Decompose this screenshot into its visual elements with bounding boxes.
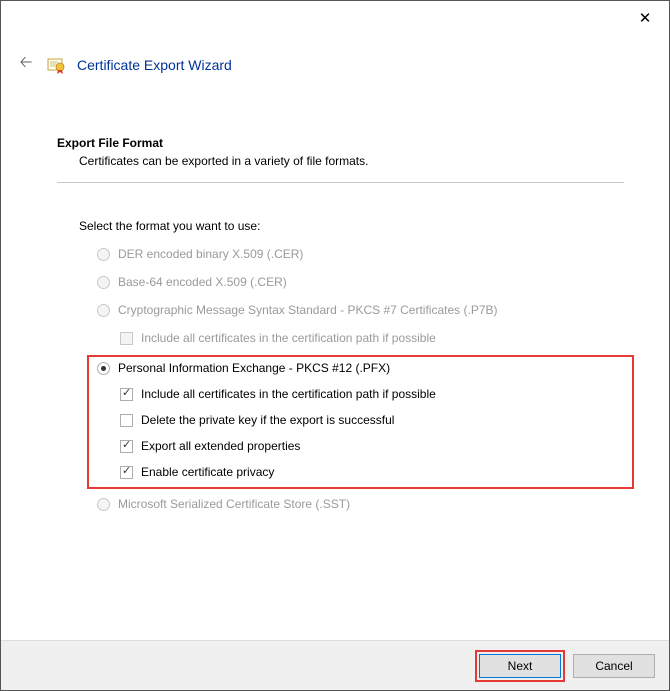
format-options: DER encoded binary X.509 (.CER) Base-64 … xyxy=(57,247,624,511)
wizard-footer: Next Cancel xyxy=(1,640,669,690)
radio-icon xyxy=(97,276,110,289)
cancel-button[interactable]: Cancel xyxy=(573,654,655,678)
checkbox-icon xyxy=(120,414,133,427)
option-der: DER encoded binary X.509 (.CER) xyxy=(97,247,624,261)
option-p7b: Cryptographic Message Syntax Standard - … xyxy=(97,303,624,317)
option-pfx-delete[interactable]: Delete the private key if the export is … xyxy=(97,413,624,427)
option-base64: Base-64 encoded X.509 (.CER) xyxy=(97,275,624,289)
option-pfx-delete-label: Delete the private key if the export is … xyxy=(141,413,394,427)
option-pfx-extended[interactable]: Export all extended properties xyxy=(97,439,624,453)
option-pfx-privacy-label: Enable certificate privacy xyxy=(141,465,274,479)
option-sst: Microsoft Serialized Certificate Store (… xyxy=(97,497,624,511)
wizard-header: 🡠 Certificate Export Wizard xyxy=(1,33,669,86)
page-heading: Export File Format xyxy=(57,136,624,150)
wizard-window: ✕ 🡠 Certificate Export Wizard Export Fil… xyxy=(0,0,670,691)
option-pfx[interactable]: Personal Information Exchange - PKCS #12… xyxy=(97,361,624,375)
option-p7b-label: Cryptographic Message Syntax Standard - … xyxy=(118,303,498,317)
option-pfx-include[interactable]: Include all certificates in the certific… xyxy=(97,387,624,401)
option-pfx-include-label: Include all certificates in the certific… xyxy=(141,387,436,401)
next-button[interactable]: Next xyxy=(479,654,561,678)
back-arrow-icon[interactable]: 🡠 xyxy=(13,51,39,78)
checkbox-icon xyxy=(120,332,133,345)
option-der-label: DER encoded binary X.509 (.CER) xyxy=(118,247,303,261)
radio-icon xyxy=(97,362,110,375)
certificate-icon xyxy=(47,55,67,75)
option-pfx-extended-label: Export all extended properties xyxy=(141,439,300,453)
wizard-content: Export File Format Certificates can be e… xyxy=(1,86,669,640)
titlebar: ✕ xyxy=(1,1,669,33)
option-sst-label: Microsoft Serialized Certificate Store (… xyxy=(118,497,350,511)
option-p7b-include-label: Include all certificates in the certific… xyxy=(141,331,436,345)
select-format-label: Select the format you want to use: xyxy=(57,219,624,233)
option-pfx-privacy[interactable]: Enable certificate privacy xyxy=(97,465,624,479)
checkbox-icon xyxy=(120,388,133,401)
close-button[interactable]: ✕ xyxy=(627,7,663,29)
close-icon: ✕ xyxy=(639,9,652,27)
checkbox-icon xyxy=(120,440,133,453)
radio-icon xyxy=(97,498,110,511)
option-base64-label: Base-64 encoded X.509 (.CER) xyxy=(118,275,287,289)
option-pfx-label: Personal Information Exchange - PKCS #12… xyxy=(118,361,390,375)
divider xyxy=(57,182,624,183)
wizard-title: Certificate Export Wizard xyxy=(77,57,232,73)
radio-icon xyxy=(97,304,110,317)
next-highlight: Next xyxy=(475,650,565,682)
radio-icon xyxy=(97,248,110,261)
checkbox-icon xyxy=(120,466,133,479)
page-subheading: Certificates can be exported in a variet… xyxy=(57,154,624,168)
pfx-highlight: Personal Information Exchange - PKCS #12… xyxy=(87,355,634,489)
option-p7b-include: Include all certificates in the certific… xyxy=(97,331,624,345)
